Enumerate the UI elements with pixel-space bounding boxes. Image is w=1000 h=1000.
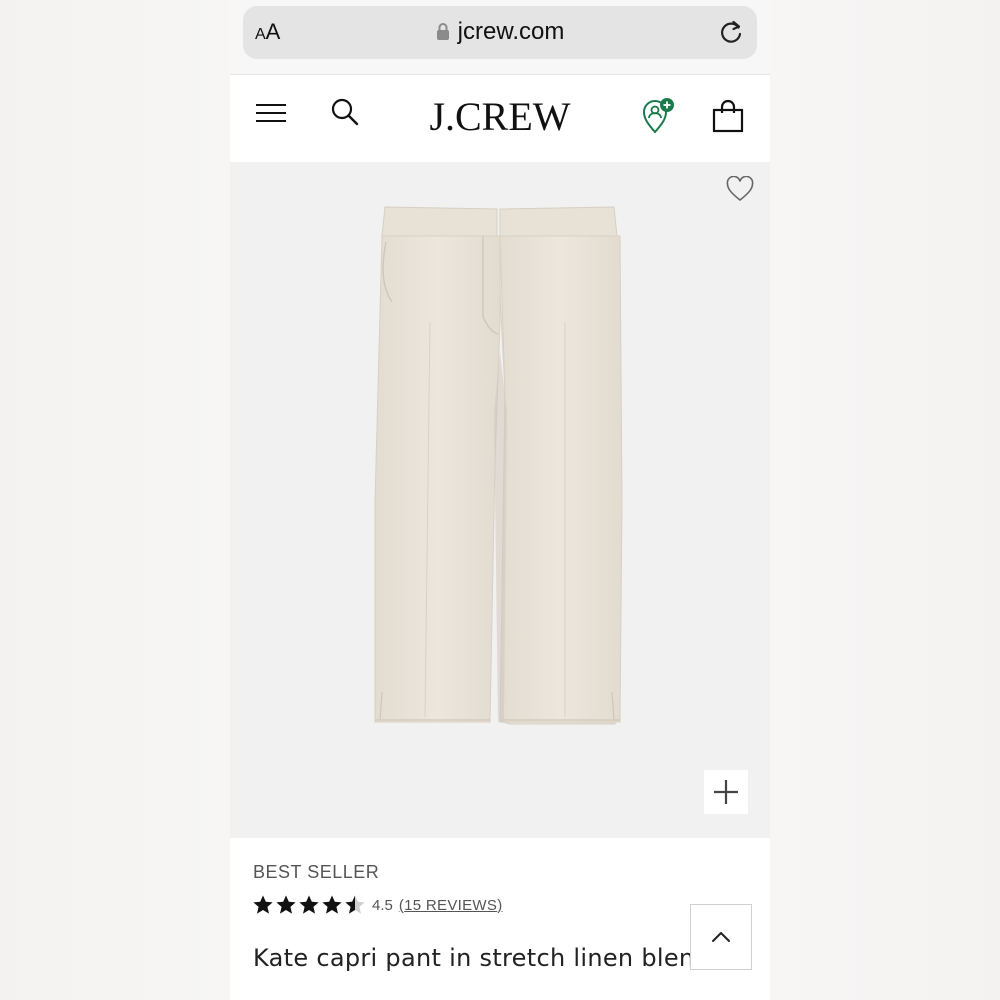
product-name: Kate capri pant in stretch linen blend bbox=[253, 944, 710, 972]
url-display[interactable]: jcrew.com bbox=[243, 18, 757, 46]
rating-row: 4.5 (15 REVIEWS) bbox=[252, 894, 502, 916]
product-image-gallery[interactable] bbox=[230, 162, 770, 838]
background-left bbox=[0, 0, 230, 1000]
star-icon bbox=[322, 895, 342, 914]
phone-screen: AA jcrew.com J.CREW BEST SELLER 4.5 (15 … bbox=[230, 0, 770, 1000]
star-icon bbox=[299, 895, 319, 914]
account-location-icon[interactable] bbox=[640, 97, 678, 135]
reviews-link[interactable]: (15 REVIEWS) bbox=[399, 897, 503, 914]
reviews-count: 15 REVIEWS bbox=[404, 896, 498, 914]
rating-value: 4.5 bbox=[372, 896, 393, 914]
address-bar[interactable]: AA jcrew.com bbox=[243, 6, 757, 59]
best-seller-badge: BEST SELLER bbox=[253, 862, 380, 882]
chevron-up-icon bbox=[712, 932, 730, 942]
reload-icon[interactable] bbox=[717, 18, 745, 46]
lock-icon bbox=[436, 23, 449, 40]
star-rating bbox=[252, 894, 366, 916]
site-logo[interactable]: J.CREW bbox=[230, 93, 770, 140]
product-info: BEST SELLER 4.5 (15 REVIEWS) Kate capri … bbox=[230, 838, 770, 1000]
heart-icon[interactable] bbox=[726, 176, 754, 202]
url-text: jcrew.com bbox=[457, 18, 565, 45]
star-icon bbox=[345, 895, 365, 914]
scroll-to-top-button[interactable] bbox=[690, 904, 752, 970]
background-right bbox=[770, 0, 1000, 1000]
site-header: J.CREW bbox=[230, 74, 770, 161]
product-image bbox=[374, 206, 623, 725]
plus-icon bbox=[714, 780, 738, 804]
star-icon bbox=[276, 895, 296, 914]
zoom-button[interactable] bbox=[704, 770, 748, 814]
star-icon bbox=[253, 895, 273, 914]
shopping-bag-icon[interactable] bbox=[712, 99, 744, 133]
browser-toolbar: AA jcrew.com bbox=[230, 0, 770, 74]
